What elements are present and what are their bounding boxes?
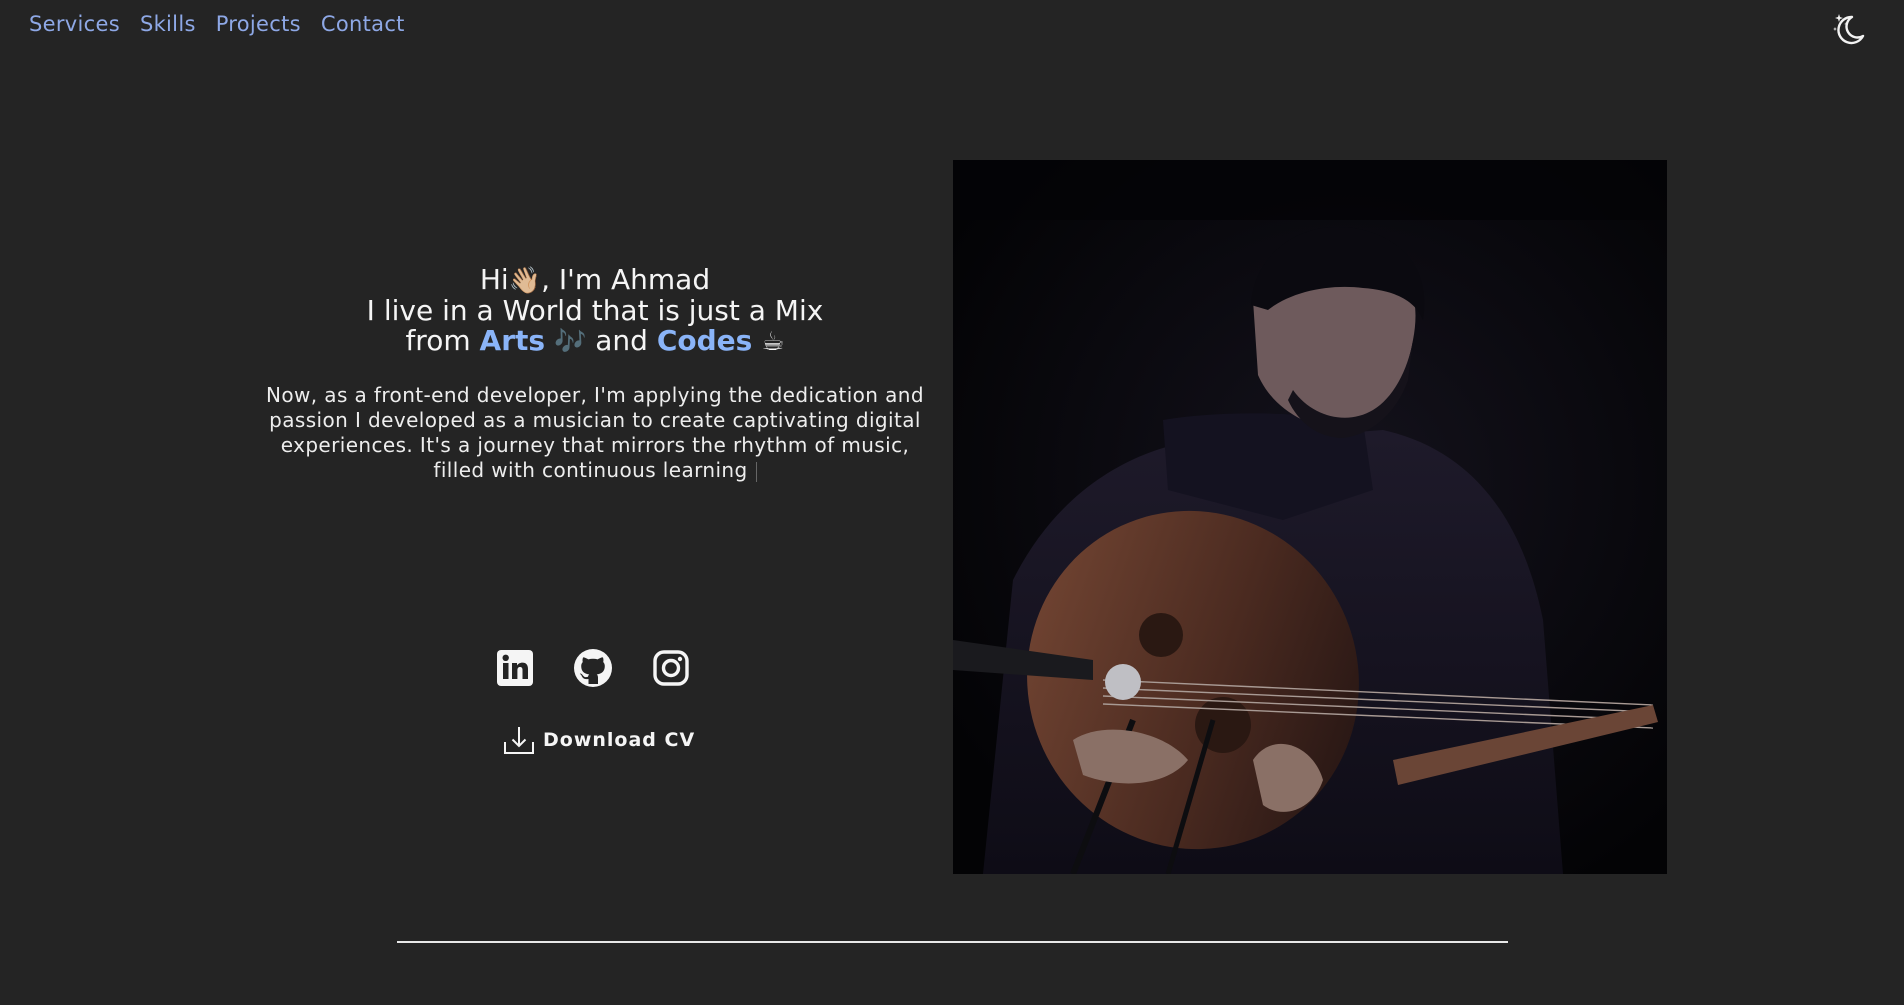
waving-hand-icon: 👋🏼	[508, 266, 542, 296]
nav-link-services[interactable]: Services	[29, 12, 120, 36]
social-links	[495, 648, 691, 688]
greeting-hi: Hi	[479, 263, 509, 296]
nav-link-contact[interactable]: Contact	[321, 12, 405, 36]
arts-codes-line: from Arts 🎶 and Codes ☕	[255, 324, 935, 358]
download-cv-label: Download CV	[543, 729, 696, 751]
hero-headline: Hi👋🏼, I'm Ahmad I live in a World that i…	[255, 263, 935, 358]
linkedin-icon	[497, 650, 533, 686]
music-notes-icon: 🎶	[553, 327, 587, 357]
nav-link-projects[interactable]: Projects	[216, 12, 301, 36]
from-word: from	[405, 324, 471, 357]
and-word: and	[595, 324, 648, 357]
download-cv-button[interactable]: Download CV	[503, 725, 695, 755]
top-nav: Services Skills Projects Contact	[29, 12, 405, 36]
intro-text: Now, as a front-end developer, I'm apply…	[266, 383, 924, 482]
intro-paragraph: Now, as a front-end developer, I'm apply…	[255, 383, 935, 483]
section-divider	[397, 941, 1508, 943]
greeting-line: Hi👋🏼, I'm Ahmad	[255, 263, 935, 297]
instagram-icon	[653, 650, 689, 686]
oud-player-photo	[953, 160, 1667, 874]
github-icon	[574, 649, 612, 687]
typing-cursor	[755, 461, 757, 482]
moon-stars-icon	[1833, 14, 1865, 45]
nav-link-skills[interactable]: Skills	[140, 12, 196, 36]
arts-highlight: Arts	[479, 324, 546, 357]
github-link[interactable]	[573, 648, 613, 688]
codes-highlight: Codes	[656, 324, 753, 357]
photo-illustration	[953, 160, 1667, 874]
instagram-link[interactable]	[651, 648, 691, 688]
hero-intro: Hi👋🏼, I'm Ahmad I live in a World that i…	[255, 265, 935, 483]
tagline-line: I live in a World that is just a Mix	[366, 294, 824, 327]
greeting-name: , I'm Ahmad	[541, 263, 711, 296]
linkedin-link[interactable]	[495, 648, 535, 688]
coffee-icon: ☕	[761, 327, 785, 357]
download-icon	[504, 727, 534, 754]
theme-toggle-button[interactable]	[1830, 10, 1868, 48]
